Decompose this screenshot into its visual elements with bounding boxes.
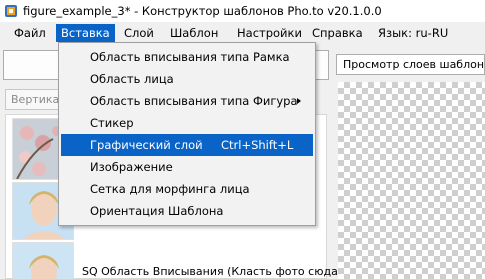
- menu-item-frame-area[interactable]: Область вписывания типа Рамка: [61, 46, 313, 68]
- menu-item-label: Область вписывания типа Фигура: [90, 94, 298, 108]
- menu-item-label: Сетка для морфинга лица: [90, 182, 250, 196]
- face-photo-icon: [13, 243, 73, 279]
- list-item-label: SQ Область Вписывания (Класть фото сюда): [82, 265, 343, 278]
- menu-item-image[interactable]: Изображение: [61, 156, 313, 178]
- menu-bar: Файл Вставка Слой Шаблон Настройки Справ…: [0, 22, 485, 43]
- menu-item-face-area[interactable]: Область лица: [61, 68, 313, 90]
- menu-item-shape-area[interactable]: Область вписывания типа Фигура: [61, 90, 313, 112]
- layer-preview-tab[interactable]: Просмотр слоев шаблона и: [336, 54, 485, 75]
- insert-dropdown-menu: Область вписывания типа Рамка Область ли…: [58, 42, 316, 226]
- menu-item-template-orientation[interactable]: Ориентация Шаблона: [61, 200, 313, 222]
- menu-template[interactable]: Шаблон: [165, 24, 223, 42]
- menu-item-label: Изображение: [90, 160, 173, 174]
- preview-canvas: [338, 82, 485, 279]
- menu-file[interactable]: Файл: [9, 24, 51, 42]
- menu-language[interactable]: Язык: ru-RU: [373, 24, 453, 42]
- menu-item-label: Ориентация Шаблона: [90, 204, 224, 218]
- window-title: figure_example_3* - Конструктор шаблонов…: [23, 4, 382, 18]
- submenu-arrow-icon: [297, 98, 301, 104]
- menu-item-sticker[interactable]: Стикер: [61, 112, 313, 134]
- title-bar: figure_example_3* - Конструктор шаблонов…: [0, 0, 485, 22]
- menu-item-morph-grid[interactable]: Сетка для морфинга лица: [61, 178, 313, 200]
- menu-settings[interactable]: Настройки: [232, 24, 307, 42]
- menu-layer[interactable]: Слой: [119, 24, 159, 42]
- menu-item-graphic-layer[interactable]: Графический слой Ctrl+Shift+L: [61, 134, 313, 156]
- menu-item-label: Область лица: [90, 72, 174, 86]
- app-icon: [5, 5, 17, 17]
- menu-item-label: Стикер: [90, 116, 134, 130]
- menu-help[interactable]: Справка: [307, 24, 368, 42]
- list-item-thumbnail[interactable]: [12, 242, 74, 279]
- menu-item-shortcut: Ctrl+Shift+L: [221, 138, 294, 152]
- menu-item-label: Графический слой: [90, 138, 203, 152]
- menu-insert[interactable]: Вставка: [56, 24, 115, 42]
- menu-item-label: Область вписывания типа Рамка: [90, 50, 290, 64]
